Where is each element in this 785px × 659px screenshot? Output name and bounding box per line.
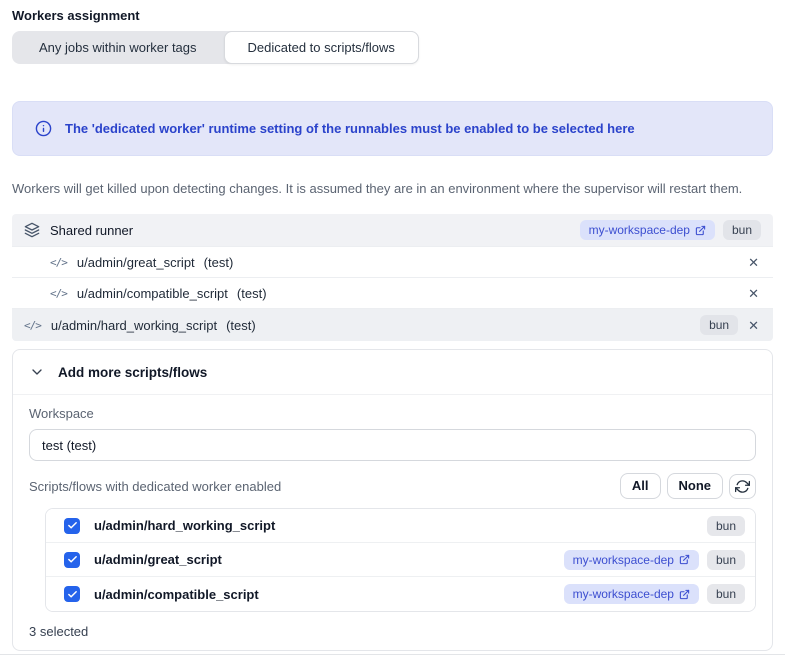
workspace-label: Workspace bbox=[29, 406, 756, 421]
assigned-script-row: </> u/admin/compatible_script (test) ✕ bbox=[12, 278, 773, 309]
remove-script-icon[interactable]: ✕ bbox=[746, 317, 761, 334]
bottom-divider bbox=[0, 654, 785, 655]
chevron-down-icon bbox=[29, 364, 45, 380]
refresh-button[interactable] bbox=[729, 474, 756, 499]
external-link-icon bbox=[695, 225, 706, 236]
check-icon bbox=[67, 589, 78, 600]
toggle-any-jobs-label: Any jobs within worker tags bbox=[39, 40, 197, 55]
script-path: u/admin/hard_working_script bbox=[51, 318, 217, 333]
add-scripts-panel-title: Add more scripts/flows bbox=[58, 365, 207, 380]
script-path: u/admin/compatible_script bbox=[77, 286, 228, 301]
workspace-dep-badge-label: my-workspace-dep bbox=[573, 553, 674, 567]
select-script-row[interactable]: u/admin/great_script my-workspace-dep bu… bbox=[46, 543, 755, 577]
workspace-dep-badge-label: my-workspace-dep bbox=[589, 223, 690, 237]
code-icon: </> bbox=[50, 287, 67, 300]
checkbox-checked[interactable] bbox=[64, 518, 80, 534]
workspace-dep-badge[interactable]: my-workspace-dep bbox=[564, 584, 699, 604]
page-title: Workers assignment bbox=[12, 8, 773, 23]
toggle-dedicated[interactable]: Dedicated to scripts/flows bbox=[224, 31, 419, 64]
script-workspace-suffix: (test) bbox=[204, 255, 234, 270]
script-path: u/admin/compatible_script bbox=[94, 587, 259, 602]
select-script-row[interactable]: u/admin/hard_working_script bun bbox=[46, 509, 755, 543]
dedicated-list-label: Scripts/flows with dedicated worker enab… bbox=[29, 479, 281, 494]
assigned-script-row: </> u/admin/great_script (test) ✕ bbox=[12, 247, 773, 278]
dedicated-workers-list: Shared runner my-workspace-dep bun </> u… bbox=[12, 214, 773, 341]
toggle-dedicated-label: Dedicated to scripts/flows bbox=[248, 40, 395, 55]
workspace-input[interactable] bbox=[29, 429, 756, 461]
add-scripts-panel: Add more scripts/flows Workspace Scripts… bbox=[12, 349, 773, 651]
check-icon bbox=[67, 554, 78, 565]
selection-controls: All None bbox=[620, 473, 756, 499]
workspace-dep-badge-label: my-workspace-dep bbox=[573, 587, 674, 601]
checkbox-checked[interactable] bbox=[64, 552, 80, 568]
language-tag-badge: bun bbox=[723, 220, 761, 240]
toggle-any-jobs[interactable]: Any jobs within worker tags bbox=[12, 31, 224, 64]
layers-icon bbox=[24, 222, 40, 238]
script-path: u/admin/hard_working_script bbox=[94, 518, 275, 533]
select-all-button[interactable]: All bbox=[620, 473, 661, 499]
script-workspace-suffix: (test) bbox=[237, 286, 267, 301]
assigned-script-row: </> u/admin/hard_working_script (test) b… bbox=[12, 309, 773, 341]
remove-script-icon[interactable]: ✕ bbox=[746, 285, 761, 302]
workers-assignment-section: Workers assignment Any jobs within worke… bbox=[0, 0, 785, 651]
language-tag-badge: bun bbox=[707, 516, 745, 536]
language-tag-badge: bun bbox=[700, 315, 738, 335]
remove-script-icon[interactable]: ✕ bbox=[746, 254, 761, 271]
add-scripts-panel-header[interactable]: Add more scripts/flows bbox=[13, 350, 772, 395]
external-link-icon bbox=[679, 554, 690, 565]
add-scripts-panel-body: Workspace Scripts/flows with dedicated w… bbox=[13, 395, 772, 650]
worker-mode-toggle: Any jobs within worker tags Dedicated to… bbox=[12, 31, 419, 64]
workspace-dep-badge[interactable]: my-workspace-dep bbox=[564, 550, 699, 570]
info-banner: The 'dedicated worker' runtime setting o… bbox=[12, 101, 773, 156]
checkbox-checked[interactable] bbox=[64, 586, 80, 602]
workspace-dep-badge[interactable]: my-workspace-dep bbox=[580, 220, 715, 240]
select-script-row[interactable]: u/admin/compatible_script my-workspace-d… bbox=[46, 577, 755, 611]
external-link-icon bbox=[679, 589, 690, 600]
info-icon bbox=[35, 120, 52, 137]
select-none-button[interactable]: None bbox=[667, 473, 724, 499]
refresh-icon bbox=[735, 479, 750, 494]
language-tag-badge: bun bbox=[707, 584, 745, 604]
workers-description: Workers will get killed upon detecting c… bbox=[12, 181, 773, 197]
check-icon bbox=[67, 520, 78, 531]
info-banner-text: The 'dedicated worker' runtime setting o… bbox=[65, 121, 635, 136]
dedicated-scripts-select-list: u/admin/hard_working_script bun u/admin/… bbox=[45, 508, 756, 612]
selected-count: 3 selected bbox=[29, 624, 756, 639]
script-path: u/admin/great_script bbox=[94, 552, 222, 567]
shared-runner-row: Shared runner my-workspace-dep bun bbox=[12, 214, 773, 247]
script-path: u/admin/great_script bbox=[77, 255, 195, 270]
language-tag-badge: bun bbox=[707, 550, 745, 570]
code-icon: </> bbox=[24, 319, 41, 332]
list-header: Scripts/flows with dedicated worker enab… bbox=[29, 473, 756, 499]
shared-runner-label: Shared runner bbox=[50, 223, 133, 238]
script-workspace-suffix: (test) bbox=[226, 318, 256, 333]
code-icon: </> bbox=[50, 256, 67, 269]
